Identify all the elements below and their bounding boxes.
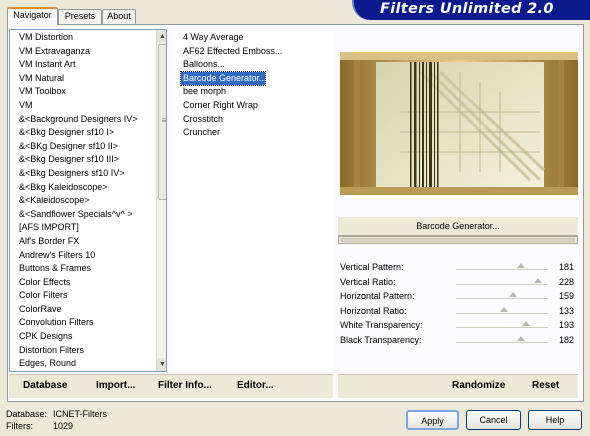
tab-presets[interactable]: Presets: [58, 9, 102, 24]
category-item[interactable]: &<BKg Designer sf10 II>: [10, 140, 157, 154]
category-item[interactable]: Alf's Border FX: [10, 235, 157, 249]
parameter-slider-thumb[interactable]: [509, 292, 518, 297]
database-button[interactable]: Database: [23, 380, 67, 391]
category-item[interactable]: VM Extravaganza: [10, 45, 157, 59]
parameter-value: 181: [558, 262, 574, 272]
reset-button[interactable]: Reset: [532, 380, 559, 391]
filter-item-selected[interactable]: Barcode Generator...: [180, 70, 267, 87]
category-item[interactable]: VM Distortion: [10, 31, 157, 45]
category-item[interactable]: VM Toolbox: [10, 85, 157, 99]
tab-navigator[interactable]: Navigator: [7, 7, 58, 25]
parameter-label: Horizontal Pattern:: [340, 291, 415, 301]
database-label: Database:: [6, 409, 48, 419]
tab-about[interactable]: About: [102, 9, 136, 24]
parameter-slider-track[interactable]: [456, 341, 548, 343]
parameter-value: 182: [558, 334, 574, 345]
filter-item[interactable]: 4 Way Average: [174, 31, 332, 45]
parameter-slider-thumb[interactable]: [521, 321, 530, 326]
filter-progress-track: [338, 236, 578, 244]
filter-item[interactable]: bee morph: [174, 85, 332, 99]
category-item[interactable]: &<Bkg Designer sf10 III>: [10, 153, 157, 167]
app-title: Filters Unlimited 2.0: [380, 1, 554, 17]
category-scrollbar[interactable]: ▲ ≡ ▼: [156, 30, 167, 371]
parameter-slider-track[interactable]: [456, 283, 548, 285]
parameter-slider-track[interactable]: [456, 312, 548, 314]
filter-item[interactable]: Corner Right Wrap: [174, 99, 332, 113]
cancel-button[interactable]: Cancel: [466, 410, 521, 430]
parameter-row[interactable]: Black Transparency: 182: [338, 334, 578, 348]
category-item[interactable]: &<Bkg Designers sf10 IV>: [10, 167, 157, 181]
category-item[interactable]: Buttons & Frames: [10, 262, 157, 276]
parameter-row[interactable]: Horizontal Pattern: 159: [338, 290, 578, 304]
database-value: ICNET-Filters: [53, 409, 107, 419]
category-item[interactable]: VM: [10, 99, 157, 113]
scroll-down-icon[interactable]: ▼: [157, 358, 166, 371]
category-item[interactable]: CPK Designs: [10, 330, 157, 344]
parameter-row[interactable]: Vertical Ratio: 228: [338, 276, 578, 290]
filter-preview: [340, 52, 578, 195]
parameter-label: Vertical Ratio:: [340, 276, 396, 287]
category-item[interactable]: Andrew's Filters 10: [10, 249, 157, 263]
parameter-slider-track[interactable]: [456, 298, 548, 299]
randomize-button[interactable]: Randomize: [452, 380, 505, 391]
parameter-slider-thumb[interactable]: [517, 335, 526, 341]
parameter-value: 228: [558, 276, 574, 287]
preview-image: [340, 52, 578, 195]
filter-info-button[interactable]: Filter Info...: [158, 380, 212, 391]
parameter-label: Black Transparency:: [340, 334, 422, 345]
editor-button[interactable]: Editor...: [237, 380, 274, 391]
parameter-label: Horizontal Ratio:: [340, 305, 407, 316]
parameter-row[interactable]: White Transparency: 193: [338, 319, 578, 333]
category-item[interactable]: [AFS IMPORT]: [10, 221, 157, 235]
category-item[interactable]: &<Background Designers IV>: [10, 113, 157, 127]
filters-count-label: Filters:: [6, 421, 33, 431]
category-item[interactable]: VM Instant Art: [10, 58, 157, 72]
filter-item[interactable]: Cruncher: [174, 126, 332, 140]
parameter-slider-thumb[interactable]: [499, 306, 508, 312]
filters-count-value: 1029: [53, 421, 74, 431]
scroll-thumb[interactable]: ≡: [158, 44, 167, 200]
category-item[interactable]: &<Bkg Kaleidoscope>: [10, 181, 157, 195]
parameter-row[interactable]: Vertical Pattern: 181: [338, 261, 578, 275]
filter-item[interactable]: AF62 Effected Emboss...: [174, 45, 332, 59]
filter-list[interactable]: 4 Way Average AF62 Effected Emboss... Ball…: [173, 29, 333, 372]
category-item[interactable]: &<Kaleidoscope>: [10, 194, 157, 208]
scroll-up-icon[interactable]: ▲: [157, 30, 166, 43]
grip-icon: ≡: [161, 116, 167, 125]
parameter-label: White Transparency:: [340, 320, 423, 330]
help-button[interactable]: Help: [528, 410, 582, 430]
parameter-row[interactable]: Horizontal Ratio: 133: [338, 305, 578, 319]
category-item[interactable]: Distortion Filters: [10, 344, 157, 358]
category-item[interactable]: &<Bkg Designer sf10 I>: [10, 126, 157, 140]
filter-name-button[interactable]: Barcode Generator...: [338, 216, 578, 236]
parameter-slider-thumb[interactable]: [517, 263, 526, 268]
filter-item[interactable]: Crosstitch: [174, 113, 332, 127]
parameter-value: 159: [558, 291, 574, 301]
apply-button[interactable]: Apply: [406, 410, 459, 430]
parameter-slider-track[interactable]: [456, 327, 548, 328]
category-item[interactable]: &<Sandflower Specials^v^ >: [10, 208, 157, 222]
category-item[interactable]: Color Filters: [10, 289, 157, 303]
category-item[interactable]: Color Effects: [10, 276, 157, 290]
parameter-value: 133: [558, 305, 574, 316]
category-item[interactable]: ColorRave: [10, 303, 157, 317]
import-button[interactable]: Import...: [96, 380, 135, 391]
category-list[interactable]: VM Distortion VM Extravaganza VM Instant A…: [9, 29, 167, 372]
parameter-slider-thumb[interactable]: [533, 277, 542, 283]
filter-item[interactable]: Balloons...: [174, 58, 332, 72]
category-item[interactable]: VM Natural: [10, 72, 157, 86]
title-banner: Filters Unlimited 2.0: [352, 0, 590, 20]
category-item[interactable]: Edges, Round: [10, 357, 157, 371]
parameter-value: 193: [558, 320, 574, 330]
parameter-slider-track[interactable]: [456, 269, 548, 270]
parameter-label: Vertical Pattern:: [340, 262, 404, 272]
category-item[interactable]: Convolution Filters: [10, 316, 157, 330]
